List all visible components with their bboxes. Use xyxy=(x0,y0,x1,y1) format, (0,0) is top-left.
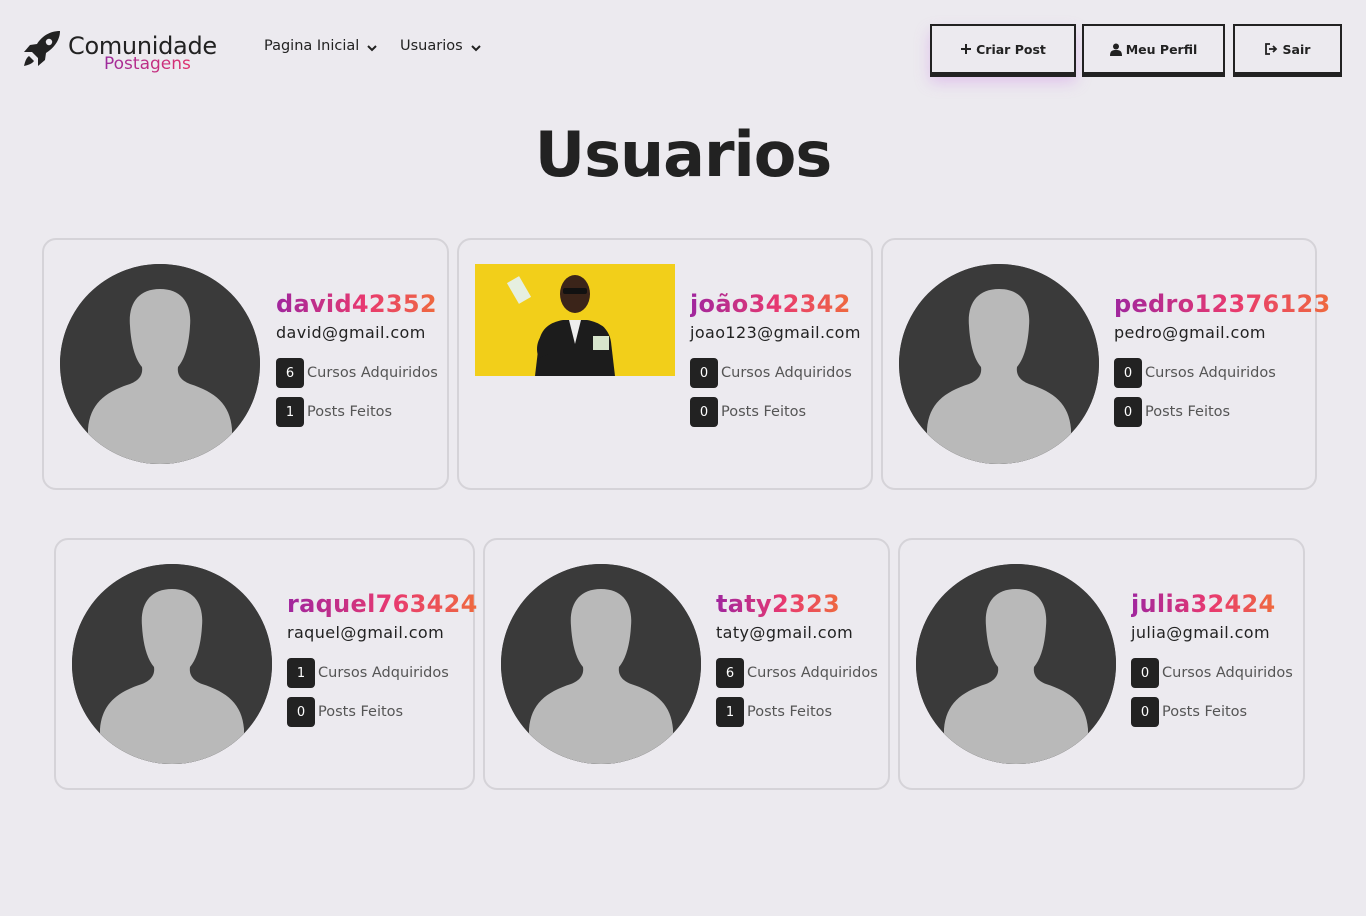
user-card[interactable]: david42352 david@gmail.com 6 Cursos Adqu… xyxy=(42,238,449,490)
posts-stat: 0 Posts Feitos xyxy=(1114,397,1230,427)
courses-count-badge: 6 xyxy=(716,658,744,688)
nav-usuarios[interactable]: Usuarios xyxy=(400,38,482,54)
courses-stat: 6 Cursos Adquiridos xyxy=(716,658,878,688)
courses-count-badge: 1 xyxy=(287,658,315,688)
user-email: joao123@gmail.com xyxy=(690,323,861,342)
courses-stat: 1 Cursos Adquiridos xyxy=(287,658,449,688)
default-avatar-icon xyxy=(72,564,272,764)
logout-label: Sair xyxy=(1282,41,1311,57)
username[interactable]: joão342342 xyxy=(690,290,851,318)
posts-stat: 1 Posts Feitos xyxy=(716,697,832,727)
user-email: raquel@gmail.com xyxy=(287,623,445,642)
nav-pagina-inicial[interactable]: Pagina Inicial xyxy=(264,38,378,54)
default-avatar-icon xyxy=(899,264,1099,464)
default-avatar-icon xyxy=(501,564,701,764)
courses-label: Cursos Adquiridos xyxy=(318,665,449,681)
posts-label: Posts Feitos xyxy=(747,704,833,720)
posts-count-badge: 0 xyxy=(690,397,718,427)
posts-count-badge: 0 xyxy=(1114,397,1142,427)
user-card[interactable]: julia32424 julia@gmail.com 0 Cursos Adqu… xyxy=(898,538,1305,790)
nav-label: Pagina Inicial xyxy=(264,38,360,54)
posts-stat: 0 Posts Feitos xyxy=(690,397,806,427)
create-post-button[interactable]: Criar Post xyxy=(930,24,1076,74)
posts-stat: 1 Posts Feitos xyxy=(276,397,392,427)
username[interactable]: raquel763424 xyxy=(287,590,478,618)
page-title: Usuarios xyxy=(534,118,833,191)
courses-stat: 0 Cursos Adquiridos xyxy=(1131,658,1293,688)
courses-stat: 6 Cursos Adquiridos xyxy=(276,358,438,388)
user-card[interactable]: pedro12376123 pedro@gmail.com 0 Cursos A… xyxy=(881,238,1330,490)
username[interactable]: david42352 xyxy=(276,290,437,318)
posts-label: Posts Feitos xyxy=(318,704,404,720)
sign-out-icon xyxy=(1264,43,1277,55)
courses-label: Cursos Adquiridos xyxy=(747,665,878,681)
rocket-icon xyxy=(24,31,60,66)
create-post-label: Criar Post xyxy=(976,41,1046,57)
courses-stat: 0 Cursos Adquiridos xyxy=(690,358,852,388)
my-profile-label: Meu Perfil xyxy=(1125,41,1198,57)
default-avatar-icon xyxy=(60,264,260,464)
username[interactable]: pedro12376123 xyxy=(1114,290,1330,318)
posts-count-badge: 0 xyxy=(1131,697,1159,727)
user-card[interactable]: taty2323 taty@gmail.com 6 Cursos Adquiri… xyxy=(483,538,890,790)
courses-label: Cursos Adquiridos xyxy=(1162,665,1293,681)
courses-label: Cursos Adquiridos xyxy=(1145,365,1276,381)
logout-button[interactable]: Sair xyxy=(1233,24,1342,74)
courses-stat: 0 Cursos Adquiridos xyxy=(1114,358,1276,388)
posts-count-badge: 1 xyxy=(716,697,744,727)
user-email: julia@gmail.com xyxy=(1131,623,1270,642)
courses-label: Cursos Adquiridos xyxy=(721,365,852,381)
user-card[interactable]: joão342342 joao123@gmail.com 0 Cursos Ad… xyxy=(457,238,873,490)
courses-label: Cursos Adquiridos xyxy=(307,365,438,381)
posts-label: Posts Feitos xyxy=(307,404,393,420)
user-email: david@gmail.com xyxy=(276,323,426,342)
plus-icon xyxy=(961,44,972,54)
logo-subtitle: Postagens xyxy=(104,54,191,74)
my-profile-button[interactable]: Meu Perfil xyxy=(1082,24,1225,74)
courses-count-badge: 0 xyxy=(1114,358,1142,388)
posts-count-badge: 1 xyxy=(276,397,304,427)
chevron-down-icon xyxy=(470,44,481,51)
courses-count-badge: 0 xyxy=(690,358,718,388)
username[interactable]: taty2323 xyxy=(716,590,840,618)
posts-stat: 0 Posts Feitos xyxy=(1131,697,1247,727)
posts-label: Posts Feitos xyxy=(1145,404,1231,420)
chevron-down-icon xyxy=(367,44,378,51)
courses-count-badge: 0 xyxy=(1131,658,1159,688)
profile-photo xyxy=(475,264,675,376)
default-avatar-icon xyxy=(916,564,1116,764)
posts-count-badge: 0 xyxy=(287,697,315,727)
posts-stat: 0 Posts Feitos xyxy=(287,697,403,727)
username[interactable]: julia32424 xyxy=(1131,590,1275,618)
posts-label: Posts Feitos xyxy=(1162,704,1248,720)
courses-count-badge: 6 xyxy=(276,358,304,388)
nav-label: Usuarios xyxy=(400,38,463,54)
user-icon xyxy=(1109,43,1122,56)
user-email: pedro@gmail.com xyxy=(1114,323,1266,342)
user-email: taty@gmail.com xyxy=(716,623,854,642)
user-card[interactable]: raquel763424 raquel@gmail.com 1 Cursos A… xyxy=(54,538,478,790)
logo[interactable]: Comunidade Postagens xyxy=(22,28,237,76)
posts-label: Posts Feitos xyxy=(721,404,807,420)
